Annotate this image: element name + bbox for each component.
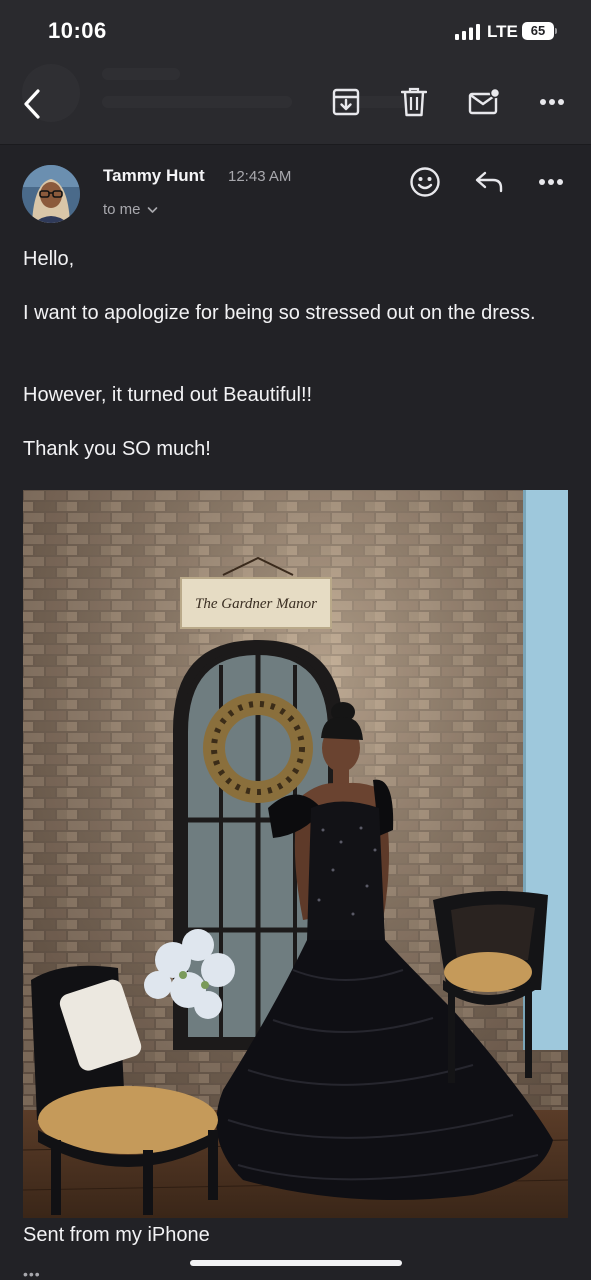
sender-avatar[interactable] xyxy=(22,165,80,223)
trash-icon xyxy=(401,87,427,117)
email-toolbar xyxy=(0,62,591,145)
sent-time: 12:43 AM xyxy=(228,168,292,185)
email-paragraph: I want to apologize for being so stresse… xyxy=(23,302,536,324)
reply-button[interactable] xyxy=(470,163,508,201)
email-signature: Sent from my iPhone xyxy=(23,1224,210,1246)
back-button[interactable] xyxy=(12,84,52,124)
reply-icon xyxy=(475,171,503,193)
photo-sign-text: The Gardner Manor xyxy=(195,596,317,612)
mark-unread-icon xyxy=(468,88,500,115)
more-options-button[interactable] xyxy=(532,82,572,122)
message-more-button[interactable] xyxy=(532,163,570,201)
email-greeting: Hello, xyxy=(23,248,75,270)
mark-unread-button[interactable] xyxy=(462,82,506,122)
archive-icon xyxy=(332,88,360,116)
attached-photo[interactable]: The Gardner Manor xyxy=(23,490,568,1218)
status-time: 10:06 xyxy=(48,18,107,43)
delete-button[interactable] xyxy=(394,82,434,122)
recipient-details-toggle[interactable]: to me xyxy=(103,201,158,218)
battery-icon: 65 xyxy=(522,22,557,40)
home-indicator xyxy=(190,1260,402,1266)
email-paragraph: However, it turned out Beautiful!! xyxy=(23,384,313,406)
status-bar: 10:06 LTE 65 xyxy=(0,0,591,62)
emoji-icon xyxy=(410,167,440,197)
list-item-ghost-line xyxy=(102,68,180,80)
list-item-ghost-line xyxy=(102,96,292,108)
more-horizontal-icon xyxy=(540,99,564,105)
archive-button[interactable] xyxy=(326,82,366,122)
battery-level: 65 xyxy=(522,22,554,40)
show-trimmed-content-button[interactable]: ••• xyxy=(23,1266,41,1280)
chevron-left-icon xyxy=(24,89,40,119)
network-type: LTE xyxy=(487,22,518,41)
chevron-down-icon xyxy=(147,206,157,213)
avatar-photo xyxy=(22,165,80,223)
signal-strength-icon xyxy=(455,24,480,40)
battery-tip xyxy=(555,28,557,34)
sender-name[interactable]: Tammy Hunt xyxy=(103,166,205,186)
more-horizontal-icon xyxy=(539,179,563,185)
add-reaction-button[interactable] xyxy=(406,163,444,201)
recipient-label: to me xyxy=(103,201,141,218)
email-paragraph: Thank you SO much! xyxy=(23,438,211,460)
